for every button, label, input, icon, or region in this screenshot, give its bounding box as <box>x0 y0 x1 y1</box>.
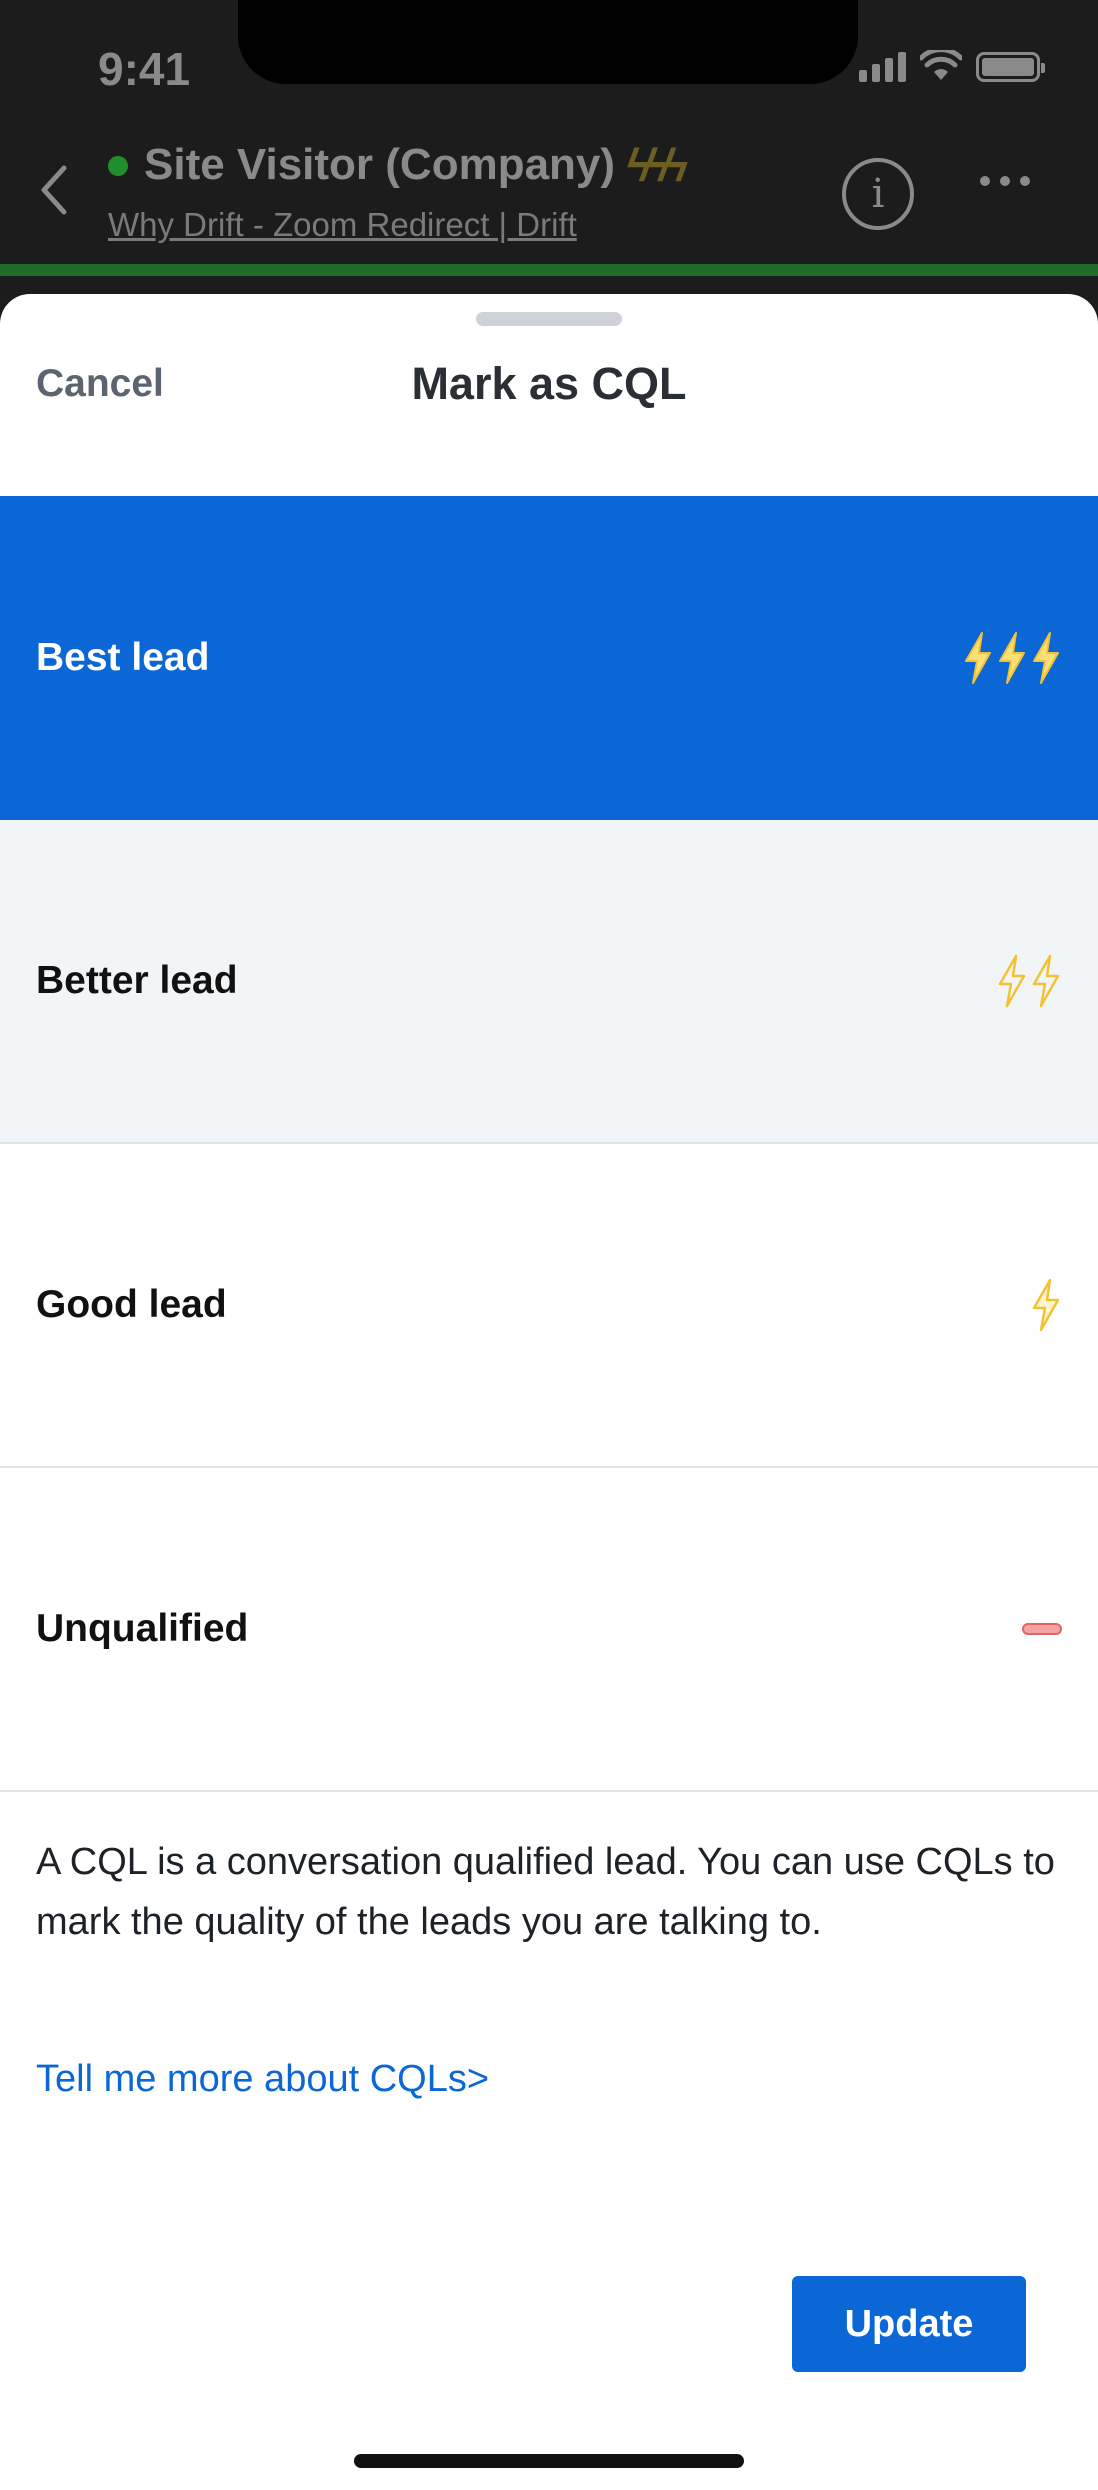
one-bolt-icon <box>1030 1278 1062 1332</box>
background-conversation-screen: 9:41 Site Visitor (Company) ϟϟϟ Why Drif… <box>0 0 1098 320</box>
status-time: 9:41 <box>98 43 191 95</box>
conversation-source-link[interactable]: Why Drift - Zoom Redirect | Drift <box>108 206 577 244</box>
bolt-icon <box>1032 1278 1060 1332</box>
online-status-dot <box>108 156 128 176</box>
option-label: Good lead <box>36 1283 227 1326</box>
unqualified-dash-icon <box>1022 1623 1062 1635</box>
device-notch <box>238 0 858 84</box>
cql-description: A CQL is a conversation qualified lead. … <box>36 1841 1055 1943</box>
sheet-grabber[interactable] <box>476 312 622 326</box>
learn-more-link[interactable]: Tell me more about CQLs> <box>36 2058 489 2101</box>
status-bar: 9:41 <box>0 0 1098 140</box>
bolt-icon <box>999 632 1025 684</box>
option-label: Unqualified <box>36 1607 249 1650</box>
back-chevron-icon[interactable] <box>34 160 74 220</box>
three-bolts-icon <box>962 631 1062 685</box>
status-icons <box>859 50 1045 82</box>
option-unqualified[interactable]: Unqualified <box>0 1468 1098 1792</box>
conversation-title: Site Visitor (Company) ϟϟϟ <box>144 138 688 192</box>
bolt-icon <box>1033 632 1059 684</box>
two-bolts-icon <box>996 954 1062 1008</box>
home-indicator <box>354 2454 744 2468</box>
bolt-icon <box>965 632 991 684</box>
visitor-name: Site Visitor (Company) <box>144 140 616 189</box>
cellular-signal-icon <box>859 52 906 82</box>
lead-bolts-icon: ϟϟϟ <box>627 139 688 191</box>
dash-icon <box>1022 1623 1062 1635</box>
option-label: Best lead <box>36 636 210 679</box>
sheet-title: Mark as CQL <box>411 358 687 409</box>
more-options-icon[interactable] <box>980 176 1030 186</box>
info-icon[interactable]: i <box>842 158 914 230</box>
option-label: Better lead <box>36 959 238 1002</box>
option-best-lead[interactable]: Best lead <box>0 496 1098 820</box>
bolt-icon <box>1032 954 1060 1008</box>
wifi-icon <box>920 50 962 80</box>
battery-icon <box>976 52 1045 82</box>
option-better-lead[interactable]: Better lead <box>0 820 1098 1144</box>
mark-as-cql-sheet: Cancel Mark as CQL Best lead Better lead… <box>0 294 1098 2490</box>
bolt-icon <box>998 954 1026 1008</box>
option-good-lead[interactable]: Good lead <box>0 1144 1098 1468</box>
status-accent-bar <box>0 264 1098 276</box>
update-button[interactable]: Update <box>792 2276 1026 2372</box>
